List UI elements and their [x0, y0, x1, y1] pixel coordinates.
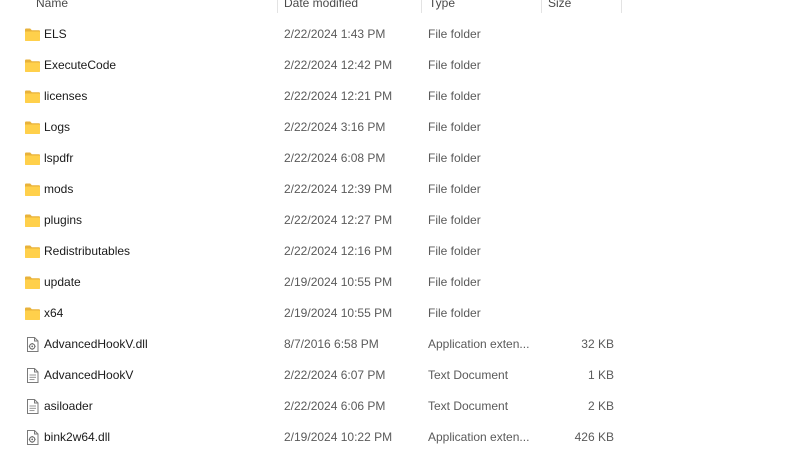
- file-size: [540, 174, 614, 205]
- file-size: 1 KB: [587, 368, 614, 382]
- file-type: File folder: [428, 275, 481, 289]
- file-name[interactable]: mods: [44, 174, 274, 205]
- text-file-icon: [24, 367, 41, 384]
- file-type: File folder: [428, 306, 481, 320]
- file-type: Application exten...: [428, 430, 530, 444]
- file-date-modified: 2/19/2024 10:22 PM: [284, 430, 393, 444]
- file-row[interactable]: AdvancedHookV.dll 8/7/2016 6:58 PM Applica…: [0, 329, 786, 360]
- file-date-modified: 2/22/2024 1:43 PM: [284, 27, 386, 41]
- file-date-modified: 2/22/2024 12:27 PM: [284, 213, 393, 227]
- file-size: [540, 236, 614, 267]
- folder-icon: [24, 57, 41, 74]
- column-separator[interactable]: [421, 0, 422, 13]
- file-date-modified: 2/22/2024 6:07 PM: [284, 368, 386, 382]
- folder-icon: [24, 119, 41, 136]
- file-row[interactable]: ExecuteCode 2/22/2024 12:42 PM File folder: [0, 50, 786, 81]
- column-header-size[interactable]: Size: [548, 0, 571, 13]
- file-row[interactable]: plugins 2/22/2024 12:27 PM File folder: [0, 205, 786, 236]
- file-size: [540, 267, 614, 298]
- file-name[interactable]: lspdfr: [44, 143, 274, 174]
- file-name[interactable]: Redistributables: [44, 236, 274, 267]
- column-header-type[interactable]: Type: [429, 0, 455, 13]
- file-type: File folder: [428, 213, 481, 227]
- file-date-modified: 2/22/2024 12:16 PM: [284, 244, 393, 258]
- file-name[interactable]: ExecuteCode: [44, 50, 274, 81]
- file-name[interactable]: AdvancedHookV.dll: [44, 329, 274, 360]
- file-name[interactable]: update: [44, 267, 274, 298]
- file-size: [540, 298, 614, 329]
- file-date-modified: 2/19/2024 10:55 PM: [284, 306, 393, 320]
- file-name[interactable]: AdvancedHookV: [44, 360, 274, 391]
- dll-file-icon: [24, 336, 41, 353]
- file-size: 2 KB: [587, 399, 614, 413]
- file-name[interactable]: Logs: [44, 112, 274, 143]
- file-row[interactable]: ELS 2/22/2024 1:43 PM File folder: [0, 19, 786, 50]
- file-list: ELS 2/22/2024 1:43 PM File folder ExecuteCo…: [0, 19, 786, 453]
- file-type: File folder: [428, 89, 481, 103]
- file-size: [540, 143, 614, 174]
- file-size: [540, 112, 614, 143]
- file-name[interactable]: asiloader: [44, 391, 274, 422]
- file-type: File folder: [428, 58, 481, 72]
- file-name[interactable]: bink2w64.dll: [44, 422, 274, 453]
- column-separator[interactable]: [621, 0, 622, 13]
- file-row[interactable]: asiloader 2/22/2024 6:06 PM Text Document 2…: [0, 391, 786, 422]
- folder-icon: [24, 212, 41, 229]
- file-row[interactable]: Logs 2/22/2024 3:16 PM File folder: [0, 112, 786, 143]
- column-header-date-modified[interactable]: Date modified: [284, 0, 358, 13]
- column-separator[interactable]: [541, 0, 542, 13]
- file-type: File folder: [428, 182, 481, 196]
- dll-file-icon: [24, 429, 41, 446]
- file-row[interactable]: x64 2/19/2024 10:55 PM File folder: [0, 298, 786, 329]
- column-header-name[interactable]: Name: [36, 0, 68, 13]
- file-date-modified: 8/7/2016 6:58 PM: [284, 337, 379, 351]
- file-type: File folder: [428, 244, 481, 258]
- file-row[interactable]: update 2/19/2024 10:55 PM File folder: [0, 267, 786, 298]
- file-date-modified: 2/19/2024 10:55 PM: [284, 275, 393, 289]
- file-date-modified: 2/22/2024 6:08 PM: [284, 151, 386, 165]
- file-date-modified: 2/22/2024 12:42 PM: [284, 58, 393, 72]
- folder-icon: [24, 88, 41, 105]
- file-row[interactable]: bink2w64.dll 2/19/2024 10:22 PM Applicatio…: [0, 422, 786, 453]
- file-date-modified: 2/22/2024 6:06 PM: [284, 399, 386, 413]
- file-size: [540, 50, 614, 81]
- file-type: File folder: [428, 120, 481, 134]
- folder-icon: [24, 243, 41, 260]
- file-row[interactable]: licenses 2/22/2024 12:21 PM File folder: [0, 81, 786, 112]
- folder-icon: [24, 150, 41, 167]
- column-header-bar: Name Date modified Type Size: [0, 0, 786, 13]
- file-size: [540, 81, 614, 112]
- file-name[interactable]: licenses: [44, 81, 274, 112]
- file-name[interactable]: x64: [44, 298, 274, 329]
- file-size: 32 KB: [581, 337, 614, 351]
- file-type: File folder: [428, 27, 481, 41]
- folder-icon: [24, 274, 41, 291]
- file-type: Application exten...: [428, 337, 530, 351]
- file-type: File folder: [428, 151, 481, 165]
- file-date-modified: 2/22/2024 3:16 PM: [284, 120, 386, 134]
- folder-icon: [24, 181, 41, 198]
- file-row[interactable]: AdvancedHookV 2/22/2024 6:07 PM Text Docum…: [0, 360, 786, 391]
- file-row[interactable]: mods 2/22/2024 12:39 PM File folder: [0, 174, 786, 205]
- file-name[interactable]: ELS: [44, 19, 274, 50]
- file-date-modified: 2/22/2024 12:39 PM: [284, 182, 393, 196]
- file-date-modified: 2/22/2024 12:21 PM: [284, 89, 393, 103]
- folder-icon: [24, 26, 41, 43]
- file-type: Text Document: [428, 368, 509, 382]
- file-size: 426 KB: [574, 430, 614, 444]
- file-row[interactable]: Redistributables 2/22/2024 12:16 PM File f…: [0, 236, 786, 267]
- file-size: [540, 19, 614, 50]
- file-type: Text Document: [428, 399, 509, 413]
- text-file-icon: [24, 398, 41, 415]
- file-size: [540, 205, 614, 236]
- folder-icon: [24, 305, 41, 322]
- column-separator[interactable]: [277, 0, 278, 13]
- file-row[interactable]: lspdfr 2/22/2024 6:08 PM File folder: [0, 143, 786, 174]
- file-name[interactable]: plugins: [44, 205, 274, 236]
